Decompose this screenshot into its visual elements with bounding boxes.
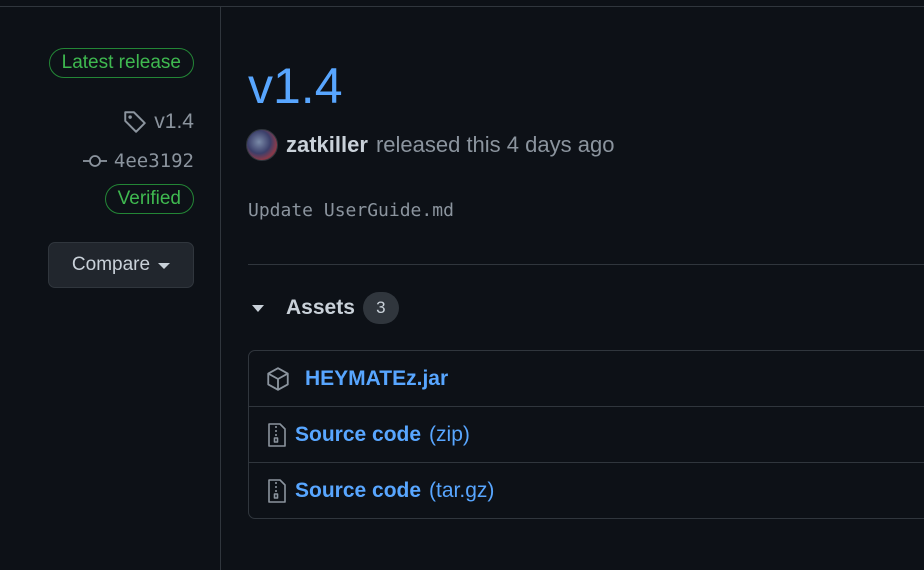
file-zip-icon [267, 478, 287, 504]
package-icon [265, 366, 291, 392]
avatar[interactable] [246, 129, 278, 161]
compare-button[interactable]: Compare [48, 242, 194, 288]
asset-link[interactable]: Source code [295, 479, 421, 503]
commit-icon [82, 153, 108, 169]
asset-link[interactable]: HEYMATEz.jar [305, 367, 448, 391]
release-notes: Update UserGuide.md [248, 200, 454, 221]
tag-icon [122, 109, 148, 135]
asset-link[interactable]: Source code [295, 423, 421, 447]
release-byline: zatkiller released this 4 days ago [246, 128, 614, 162]
file-zip-icon [267, 422, 287, 448]
release-sidebar: Latest release v1.4 4ee3192 Verified Com… [0, 0, 220, 570]
assets-count-badge: 3 [362, 292, 399, 324]
tag-name: v1.4 [154, 110, 194, 133]
asset-row[interactable]: HEYMATEz.jar [249, 351, 924, 407]
asset-format[interactable]: (zip) [429, 423, 470, 447]
asset-row[interactable]: Source code (tar.gz) [249, 463, 924, 518]
author-link[interactable]: zatkiller [286, 132, 368, 158]
asset-format[interactable]: (tar.gz) [429, 479, 494, 503]
sidebar-divider [220, 6, 221, 570]
asset-row[interactable]: Source code (zip) [249, 407, 924, 463]
assets-toggle[interactable]: Assets 3 [252, 292, 399, 324]
verified-badge[interactable]: Verified [104, 184, 194, 214]
release-page: Latest release v1.4 4ee3192 Verified Com… [0, 0, 924, 570]
latest-release-badge: Latest release [48, 48, 194, 78]
assets-list: HEYMATEz.jar Source code (zip) Source co… [248, 350, 924, 519]
released-text: released this 4 days ago [375, 132, 615, 157]
compare-label: Compare [71, 254, 151, 275]
chevron-down-icon [158, 263, 171, 269]
tag-link[interactable]: v1.4 [122, 108, 194, 136]
commit-sha: 4ee3192 [113, 150, 194, 172]
triangle-down-icon [252, 304, 264, 312]
release-title[interactable]: v1.4 [248, 54, 343, 118]
section-divider [248, 264, 924, 265]
commit-link[interactable]: 4ee3192 [82, 148, 194, 174]
assets-label: Assets [286, 296, 355, 319]
